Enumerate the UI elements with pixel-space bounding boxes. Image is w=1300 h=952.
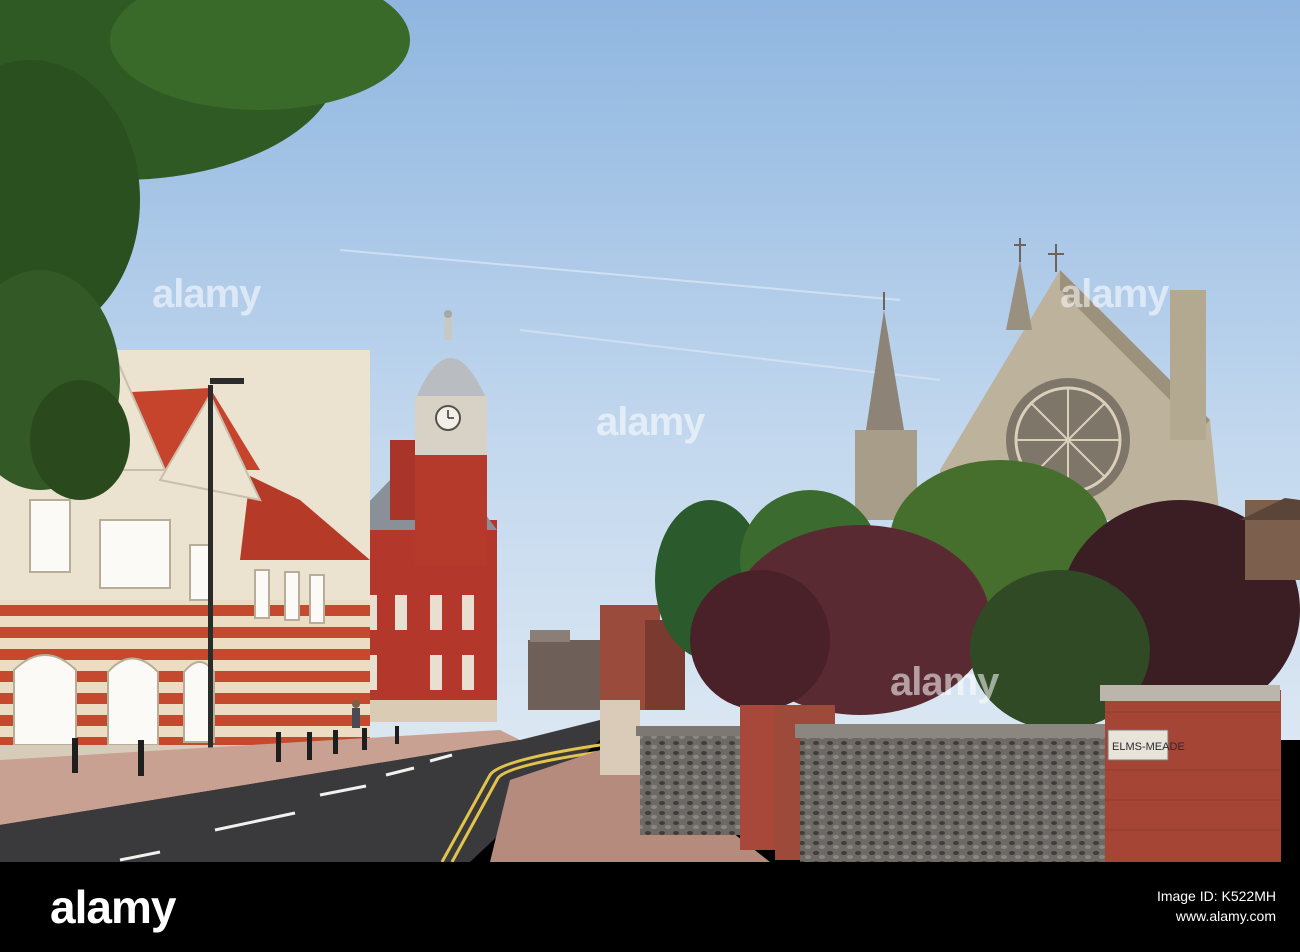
watermark: alamy bbox=[890, 660, 999, 704]
photo-scene: ELMS-MEADE alamy alamy alamy alamy bbox=[0, 0, 1300, 862]
brand-logo: alamy bbox=[50, 881, 176, 933]
footer-bar: alamy Image ID: K522MH www.alamy.com bbox=[0, 862, 1300, 952]
image-id-block: Image ID: K522MH www.alamy.com bbox=[1157, 886, 1276, 926]
watermark: alamy bbox=[596, 400, 705, 444]
watermark: alamy bbox=[1060, 272, 1169, 316]
image-id-label: Image ID: K522MH bbox=[1156, 888, 1276, 904]
elms-meade-sign-text: ELMS-MEADE bbox=[1112, 741, 1185, 753]
pedestrian bbox=[352, 700, 360, 728]
image-url: www.alamy.com bbox=[1175, 908, 1276, 924]
watermark: alamy bbox=[152, 272, 261, 316]
